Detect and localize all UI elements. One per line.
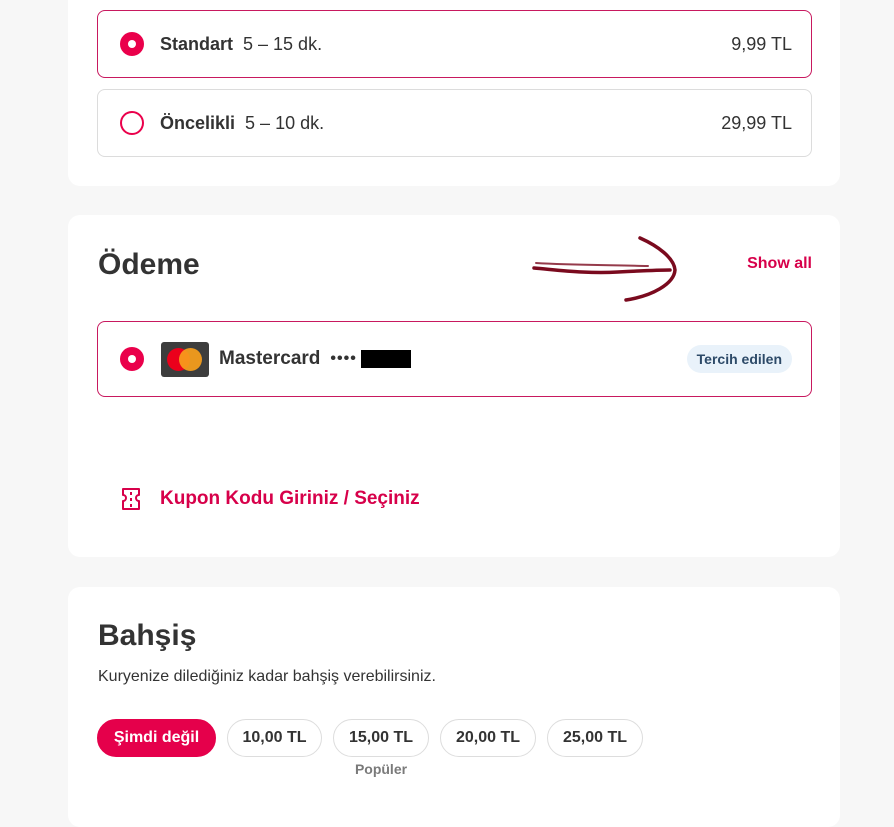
delivery-option-name: Öncelikli <box>160 112 236 133</box>
redacted-card-number <box>360 350 411 368</box>
tip-options: Şimdi değil 10,00 TL 15,00 TL Popüler 20… <box>97 719 654 777</box>
mastercard-logo-icon <box>161 341 209 377</box>
tip-option-label: 15,00 TL <box>348 729 414 746</box>
tip-option-label: 20,00 TL <box>455 729 521 746</box>
tip-option-label: Şimdi değil <box>113 729 200 746</box>
delivery-option-price: 9,99 TL <box>731 33 792 54</box>
radio-selected-icon[interactable] <box>120 32 144 56</box>
coupon-button[interactable]: Kupon Kodu Giriniz / Seçiniz <box>120 487 420 511</box>
tip-option-20[interactable]: 20,00 TL <box>440 719 536 757</box>
tip-option-25[interactable]: 25,00 TL <box>547 719 643 757</box>
tip-option-not-now[interactable]: Şimdi değil <box>97 719 216 757</box>
delivery-card: Standart 5 – 15 dk. 9,99 TL Öncelikli 5 … <box>68 0 840 186</box>
tip-option-label: 10,00 TL <box>242 729 307 746</box>
delivery-option-standart[interactable]: Standart 5 – 15 dk. 9,99 TL <box>97 10 812 78</box>
delivery-option-oncelikli[interactable]: Öncelikli 5 – 10 dk. 29,99 TL <box>97 89 812 157</box>
popular-label: Popüler <box>354 761 408 777</box>
coupon-ticket-icon <box>122 488 140 510</box>
tip-option-label: 25,00 TL <box>562 729 628 746</box>
tip-option-10[interactable]: 10,00 TL <box>227 719 322 757</box>
payment-card: Ödeme Show all Mastercard •••• Tercih ed… <box>68 215 840 557</box>
tip-title: Bahşiş <box>98 619 197 652</box>
tip-subtitle: Kuryenize dilediğiniz kadar bahşiş vereb… <box>98 668 436 685</box>
delivery-option-time: 5 – 10 dk. <box>245 112 325 133</box>
radio-selected-icon[interactable] <box>120 347 144 371</box>
tip-option-15[interactable]: 15,00 TL Popüler <box>333 719 429 777</box>
delivery-option-price: 29,99 TL <box>721 112 792 133</box>
delivery-option-name: Standart <box>160 33 234 54</box>
payment-method-mastercard[interactable]: Mastercard •••• Tercih edilen <box>97 321 812 397</box>
card-brand-name: Mastercard <box>219 348 321 369</box>
hand-drawn-arrow-icon <box>532 236 677 302</box>
card-masked-number: •••• <box>330 350 357 367</box>
radio-unselected-icon[interactable] <box>120 111 144 135</box>
show-all-link[interactable]: Show all <box>747 255 812 273</box>
payment-title: Ödeme <box>98 248 200 281</box>
preferred-badge: Tercih edilen <box>686 345 792 373</box>
coupon-label: Kupon Kodu Giriniz / Seçiniz <box>160 488 420 509</box>
tip-card: Bahşiş Kuryenize dilediğiniz kadar bahşi… <box>68 587 840 827</box>
delivery-option-time: 5 – 15 dk. <box>243 33 323 54</box>
